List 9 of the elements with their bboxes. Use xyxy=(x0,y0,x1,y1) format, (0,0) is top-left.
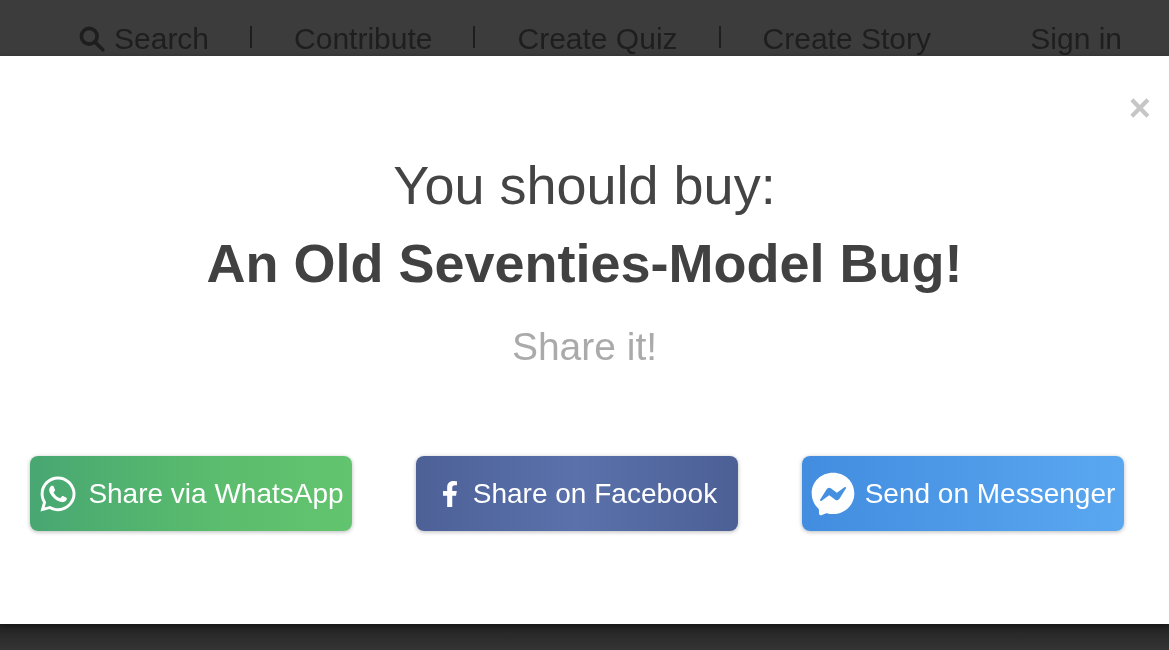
share-button[interactable]: Share via WhatsApp xyxy=(30,456,352,531)
chat-bolt-icon xyxy=(810,471,855,516)
result-title: An Old Seventies-Model Bug! xyxy=(206,232,963,294)
search-icon xyxy=(78,25,105,52)
share-button[interactable]: Send on Messenger xyxy=(802,456,1124,531)
result-intro: You should buy: xyxy=(393,154,776,216)
share-prompt: Share it! xyxy=(511,324,658,370)
share-button[interactable]: Share on Facebook xyxy=(416,456,738,531)
close-button[interactable]: × xyxy=(1122,90,1157,126)
